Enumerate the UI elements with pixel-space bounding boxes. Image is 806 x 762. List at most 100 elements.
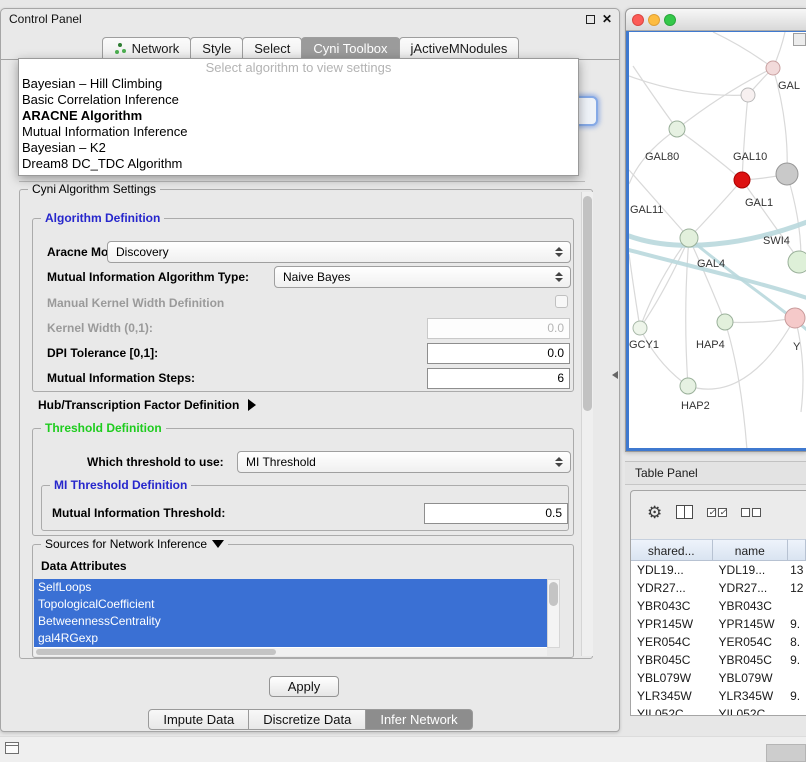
network-window-titlebar[interactable] (626, 9, 806, 31)
list-horizontal-scrollbar[interactable] (34, 648, 547, 656)
network-edge[interactable] (633, 66, 677, 129)
tab-select[interactable]: Select (242, 37, 302, 59)
list-vertical-scrollbar[interactable] (547, 579, 560, 648)
node-pale-top[interactable] (741, 88, 755, 102)
scrollbar-thumb[interactable] (36, 649, 276, 655)
network-edge[interactable] (742, 180, 799, 260)
tab-style[interactable]: Style (190, 37, 243, 59)
panel-collapse-icon[interactable] (612, 371, 618, 379)
network-edge[interactable] (795, 318, 803, 412)
settings-scrollbar[interactable] (581, 192, 593, 656)
tab-label: Network (132, 41, 180, 56)
node-swi4[interactable] (788, 251, 806, 273)
scrollbar-thumb[interactable] (549, 582, 558, 606)
tab-jactivemnodules[interactable]: jActiveMNodules (399, 37, 520, 59)
table-row[interactable]: YDR27...YDR27...12 (631, 579, 806, 597)
network-edge[interactable] (713, 32, 773, 68)
gear-icon[interactable]: ⚙ (647, 504, 662, 521)
close-icon[interactable]: ✕ (602, 12, 612, 26)
network-edge[interactable] (688, 318, 795, 389)
node-gal80[interactable] (669, 121, 685, 137)
attribute-item[interactable]: TopologicalCoefficient (34, 596, 547, 613)
node-label: Y (793, 341, 801, 353)
network-edge[interactable] (689, 180, 742, 238)
hub-definition-label: Hub/Transcription Factor Definition (38, 398, 239, 412)
mi-algorithm-type-select[interactable]: Naive Bayes (274, 266, 571, 288)
table-row[interactable]: YDL19...YDL19...13 (631, 561, 806, 579)
deselect-all-icon[interactable] (741, 508, 761, 517)
table-row[interactable]: YER054CYER054C8. (631, 633, 806, 651)
network-edge[interactable] (640, 238, 689, 328)
node-hap4[interactable] (717, 314, 733, 330)
table-row[interactable]: YBR045CYBR045C9. (631, 651, 806, 669)
column-header[interactable]: shared... (631, 539, 713, 561)
table-cell (788, 705, 806, 715)
threshold-definition-title-text: Threshold Definition (45, 421, 162, 435)
control-panel-titlebar[interactable]: Control Panel ✕ (1, 9, 619, 29)
aracne-mode-select[interactable]: Discovery (107, 241, 571, 263)
network-canvas[interactable]: GALGAL80GAL10GAL11GAL1SWI4GAL4GCY1HAP4YH… (629, 32, 806, 450)
algorithm-option[interactable]: Basic Correlation Inference (19, 92, 578, 108)
minimize-traffic-light-icon[interactable] (648, 14, 660, 26)
scroll-corner-widget[interactable] (793, 33, 806, 46)
settings-group-title: Cyni Algorithm Settings (28, 182, 160, 196)
table-row[interactable]: YBR043CYBR043C (631, 597, 806, 615)
float-window-icon[interactable] (586, 15, 595, 24)
table-row[interactable]: YLR345WYLR345W9. (631, 687, 806, 705)
algorithm-option[interactable]: Bayesian – K2 (19, 140, 578, 156)
bottom-tab-impute-data[interactable]: Impute Data (148, 709, 249, 730)
mi-steps-field[interactable]: 6 (427, 368, 570, 389)
node-gal4[interactable] (680, 229, 698, 247)
network-edge[interactable] (677, 68, 773, 129)
node-hap2[interactable] (680, 378, 696, 394)
dpi-tolerance-field[interactable]: 0.0 (427, 343, 570, 364)
sources-group-title[interactable]: Sources for Network Inference (41, 537, 228, 551)
network-edge[interactable] (640, 328, 688, 386)
attribute-item[interactable]: BetweennessCentrality (34, 613, 547, 630)
hub-definition-toggle[interactable]: Hub/Transcription Factor Definition (38, 398, 256, 412)
column-header[interactable]: name (713, 539, 789, 561)
algorithm-option[interactable]: Mutual Information Inference (19, 124, 578, 140)
zoom-traffic-light-icon[interactable] (664, 14, 676, 26)
column-header[interactable] (788, 539, 806, 561)
bottom-tab-infer-network[interactable]: Infer Network (365, 709, 472, 730)
node-red[interactable] (734, 172, 750, 188)
mi-steps-label: Mutual Information Steps: (47, 371, 195, 385)
close-traffic-light-icon[interactable] (632, 14, 644, 26)
minimized-panel-icon[interactable] (5, 742, 19, 754)
bottom-tab-discretize-data[interactable]: Discretize Data (248, 709, 366, 730)
table-header-row: shared...name (631, 539, 806, 561)
network-edge[interactable] (689, 238, 725, 322)
tab-network[interactable]: Network (102, 37, 192, 59)
network-edge[interactable] (742, 95, 748, 180)
kernel-width-field: 0.0 (427, 318, 570, 339)
algorithm-option[interactable]: ARACNE Algorithm (19, 108, 578, 124)
mi-threshold-field[interactable]: 0.5 (424, 503, 568, 524)
select-all-icon[interactable] (707, 508, 727, 517)
network-edge[interactable] (629, 254, 640, 328)
apply-button[interactable]: Apply (269, 676, 339, 697)
table-row[interactable]: YPR145WYPR145W9. (631, 615, 806, 633)
attribute-item[interactable]: gal4RGexp (34, 630, 547, 647)
network-edge[interactable] (640, 238, 689, 328)
network-canvas-frame: GALGAL80GAL10GAL11GAL1SWI4GAL4GCY1HAP4YH… (626, 31, 806, 451)
which-threshold-select[interactable]: MI Threshold (237, 451, 571, 473)
table-cell: YDL19... (631, 561, 713, 579)
algorithm-option[interactable]: Bayesian – Hill Climbing (19, 76, 578, 92)
node-gcy1[interactable] (633, 321, 647, 335)
node-label: GAL10 (733, 151, 767, 163)
algorithm-option[interactable]: Dream8 DC_TDC Algorithm (19, 156, 578, 172)
node-gray[interactable] (776, 163, 798, 185)
network-edge[interactable] (725, 318, 795, 323)
attribute-item[interactable]: SelfLoops (34, 579, 547, 596)
columns-icon[interactable] (676, 505, 693, 519)
network-edge[interactable] (686, 238, 689, 386)
tab-cyni-toolbox[interactable]: Cyni Toolbox (301, 37, 399, 59)
node-pink-right[interactable] (785, 308, 805, 328)
manual-kernel-width-checkbox[interactable] (555, 295, 568, 308)
table-panel-header: Table Panel (625, 461, 806, 485)
scrollbar-thumb[interactable] (583, 196, 592, 411)
table-row[interactable]: YIL052CYIL052C (631, 705, 806, 715)
node-pink-top[interactable] (766, 61, 780, 75)
table-row[interactable]: YBL079WYBL079W (631, 669, 806, 687)
